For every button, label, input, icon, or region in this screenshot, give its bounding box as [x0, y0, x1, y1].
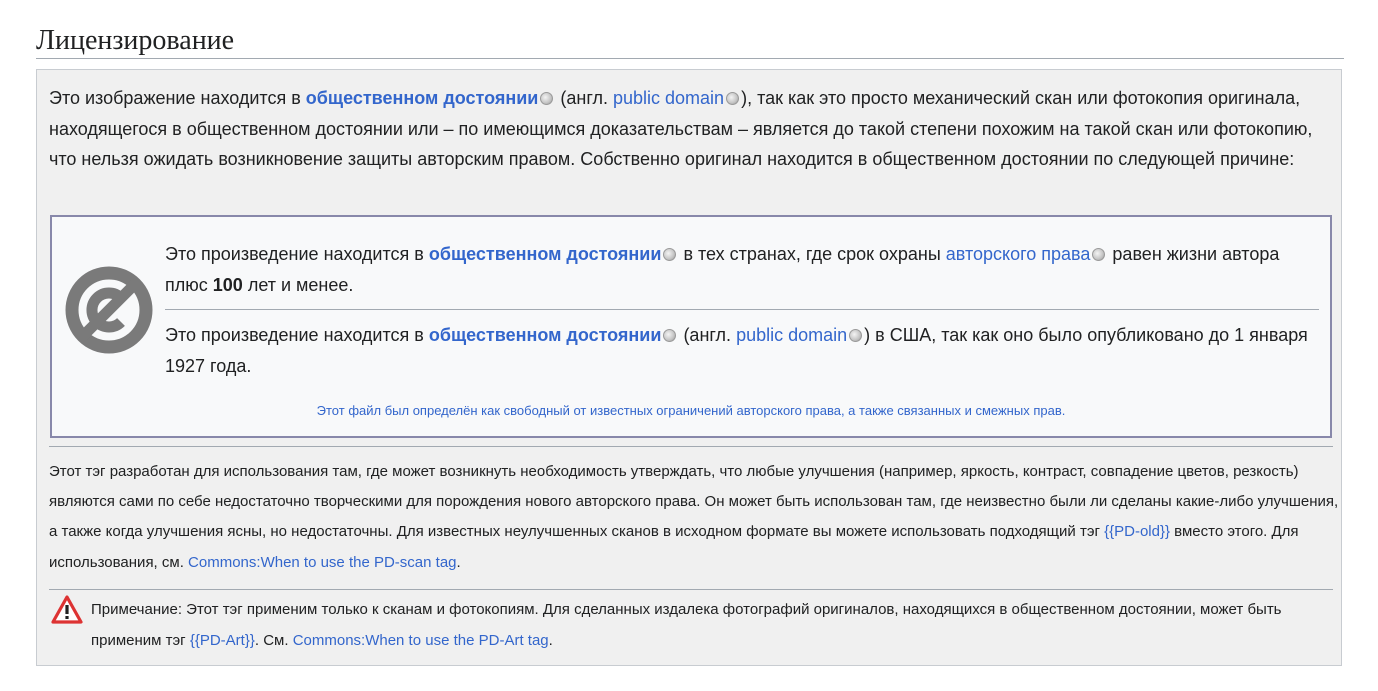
section-divider [49, 446, 1333, 447]
public-domain-link[interactable]: общественном достоянии [429, 325, 662, 345]
public-domain-link[interactable]: общественном достоянии [429, 244, 662, 264]
copyright-link[interactable]: авторского права [946, 244, 1091, 264]
wikipedia-globe-icon[interactable] [726, 92, 740, 105]
when-to-use-pd-art-link[interactable]: Commons:When to use the PD-Art tag [293, 632, 549, 649]
public-domain-link[interactable]: общественном достоянии [306, 88, 539, 108]
clause2-text-1: Это произведение находится в [165, 325, 429, 345]
pd-clause-life-plus-100: Это произведение находится в общественно… [165, 239, 1315, 300]
wikipedia-globe-icon[interactable] [540, 92, 554, 105]
wikipedia-globe-icon[interactable] [1092, 248, 1106, 261]
note-text: Примечание: Этот тэг применим только к с… [91, 595, 1331, 656]
warning-icon [51, 595, 83, 624]
intro-text-1: Это изображение находится в [49, 88, 306, 108]
page-title: Лицензирование [36, 24, 1344, 59]
wikipedia-globe-icon[interactable] [663, 329, 677, 342]
wikipedia-globe-icon[interactable] [849, 329, 863, 342]
clause1-text-4: лет и менее. [242, 274, 354, 295]
public-domain-en-link[interactable]: public domain [736, 325, 847, 345]
public-domain-icon [65, 266, 153, 354]
note-text-2: . См. [254, 631, 293, 649]
pd-art-link[interactable]: {{PD-Art}} [190, 632, 255, 649]
clause1-years: 100 [212, 274, 243, 295]
when-to-use-pd-scan-link[interactable]: Commons:When to use the PD-scan tag [188, 554, 456, 571]
note-text-3: . [548, 631, 553, 649]
tag-usage-text: Этот тэг разработан для использования та… [49, 457, 1339, 578]
clause-divider [165, 309, 1319, 310]
wikipedia-globe-icon[interactable] [663, 248, 677, 261]
pd-old-link[interactable]: {{PD-old}} [1104, 523, 1170, 540]
clause1-text-2: в тех странах, где срок охраны [678, 244, 946, 264]
intro-text-2: (англ. [555, 88, 613, 108]
pd-reason-box: Это произведение находится в общественно… [50, 215, 1332, 438]
public-domain-en-link[interactable]: public domain [613, 88, 724, 108]
section-divider [49, 589, 1333, 590]
clause2-text-2: (англ. [678, 325, 737, 345]
free-file-note[interactable]: Этот файл был определён как свободный от… [52, 403, 1330, 418]
license-intro: Это изображение находится в общественном… [49, 83, 1339, 175]
tag-text-3: . [456, 553, 461, 571]
pd-clause-usa: Это произведение находится в общественно… [165, 320, 1315, 381]
clause1-text-1: Это произведение находится в [165, 244, 429, 264]
license-box: Это изображение находится в общественном… [36, 69, 1342, 666]
